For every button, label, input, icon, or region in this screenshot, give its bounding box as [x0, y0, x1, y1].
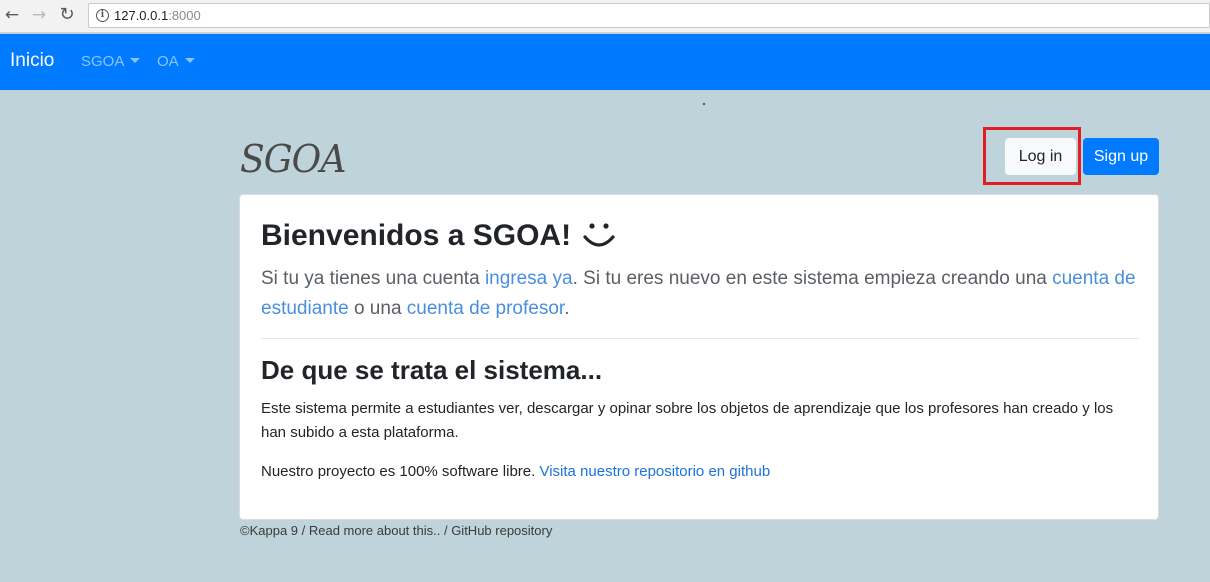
url-text[interactable]: 127.0.0.1:8000	[114, 8, 201, 23]
welcome-card: Bienvenidos a SGOA! Si tu ya tienes una …	[239, 194, 1159, 520]
arrow-left-icon[interactable]: ←	[2, 5, 22, 25]
about-description: Este sistema permite a estudiantes ver, …	[261, 400, 1114, 441]
footer: ©Kappa 9 / Read more about this.. / GitH…	[240, 523, 553, 538]
login-button[interactable]: Log in	[1005, 138, 1076, 175]
reload-icon[interactable]: ↻	[57, 5, 77, 25]
menu-sgoa-label: SGOA	[81, 53, 125, 70]
browser-toolbar: ← → ↻ i 127.0.0.1:8000	[0, 0, 1210, 33]
lead-text-4: .	[564, 298, 570, 319]
lead-text-1: Si tu ya tienes una cuenta	[261, 268, 485, 289]
address-bar[interactable]: i 127.0.0.1:8000	[88, 3, 1210, 28]
teacher-account-link[interactable]: cuenta de profesor	[407, 298, 564, 319]
navbar-brand[interactable]: Inicio	[10, 50, 54, 72]
project-text: Nuestro proyecto es 100% software libre.	[261, 463, 540, 480]
top-navbar: Inicio SGOA OA	[0, 34, 1210, 90]
chevron-down-icon	[130, 58, 141, 63]
chevron-down-icon	[184, 58, 195, 63]
github-link[interactable]: Visita nuestro repositorio en github	[539, 463, 770, 480]
site-logo: SGOA	[240, 137, 346, 181]
lead-text-2: . Si tu eres nuevo en este sistema empie…	[572, 268, 1053, 289]
signup-button[interactable]: Sign up	[1083, 138, 1159, 175]
login-link[interactable]: ingresa ya	[485, 268, 573, 289]
url-host: 127.0.0.1	[114, 8, 169, 23]
stray-dot	[703, 103, 705, 105]
welcome-lead: Si tu ya tienes una cuenta ingresa ya. S…	[261, 264, 1141, 324]
smiley-icon	[583, 223, 615, 247]
menu-sgoa[interactable]: SGOA	[81, 53, 141, 70]
menu-oa-label: OA	[157, 53, 179, 70]
divider	[261, 338, 1139, 339]
welcome-title: Bienvenidos a SGOA!	[261, 219, 572, 252]
info-icon[interactable]: i	[96, 9, 109, 22]
lead-text-3: o una	[348, 298, 407, 319]
menu-oa[interactable]: OA	[157, 53, 195, 70]
project-paragraph: Nuestro proyecto es 100% software libre.…	[261, 460, 1141, 484]
url-port: :8000	[168, 8, 201, 23]
about-title: De que se trata el sistema...	[261, 355, 603, 385]
arrow-right-icon[interactable]: →	[29, 5, 49, 25]
